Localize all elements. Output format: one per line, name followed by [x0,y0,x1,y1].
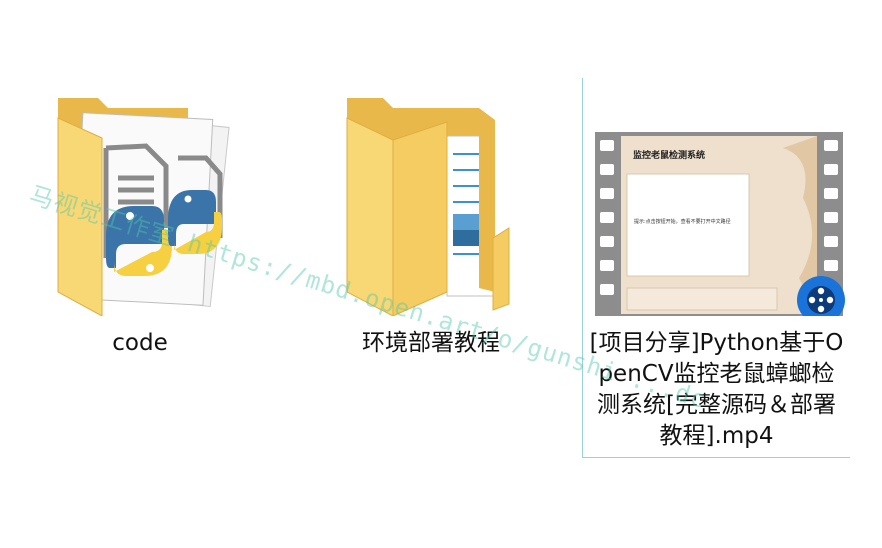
folder-name-env-tutorial: 环境部署教程 [362,330,500,356]
file-explorer-view: code 环境部署教程 [项目分享]Python基于OpenCV监控老鼠蟑螂检测… [0,0,882,548]
video-file-name: [项目分享]Python基于OpenCV监控老鼠蟑螂检测系统[完整源码＆部署教程… [589,330,844,449]
python-folder-icon [6,78,274,316]
video-thumbnail-icon [583,78,851,316]
folder-item-env-tutorial[interactable]: 环境部署教程 [297,78,565,359]
folder-item-code[interactable]: code [6,78,274,359]
document-folder-icon [297,78,565,316]
thumbnail-title: 监控老鼠检测系统 [633,151,706,161]
folder-name-code: code [112,330,168,356]
video-file-item[interactable]: [项目分享]Python基于OpenCV监控老鼠蟑螂检测系统[完整源码＆部署教程… [582,78,850,458]
thumbnail-body-text: 提示:点击按钮开始，查看不要打开中文路径 [634,219,731,225]
